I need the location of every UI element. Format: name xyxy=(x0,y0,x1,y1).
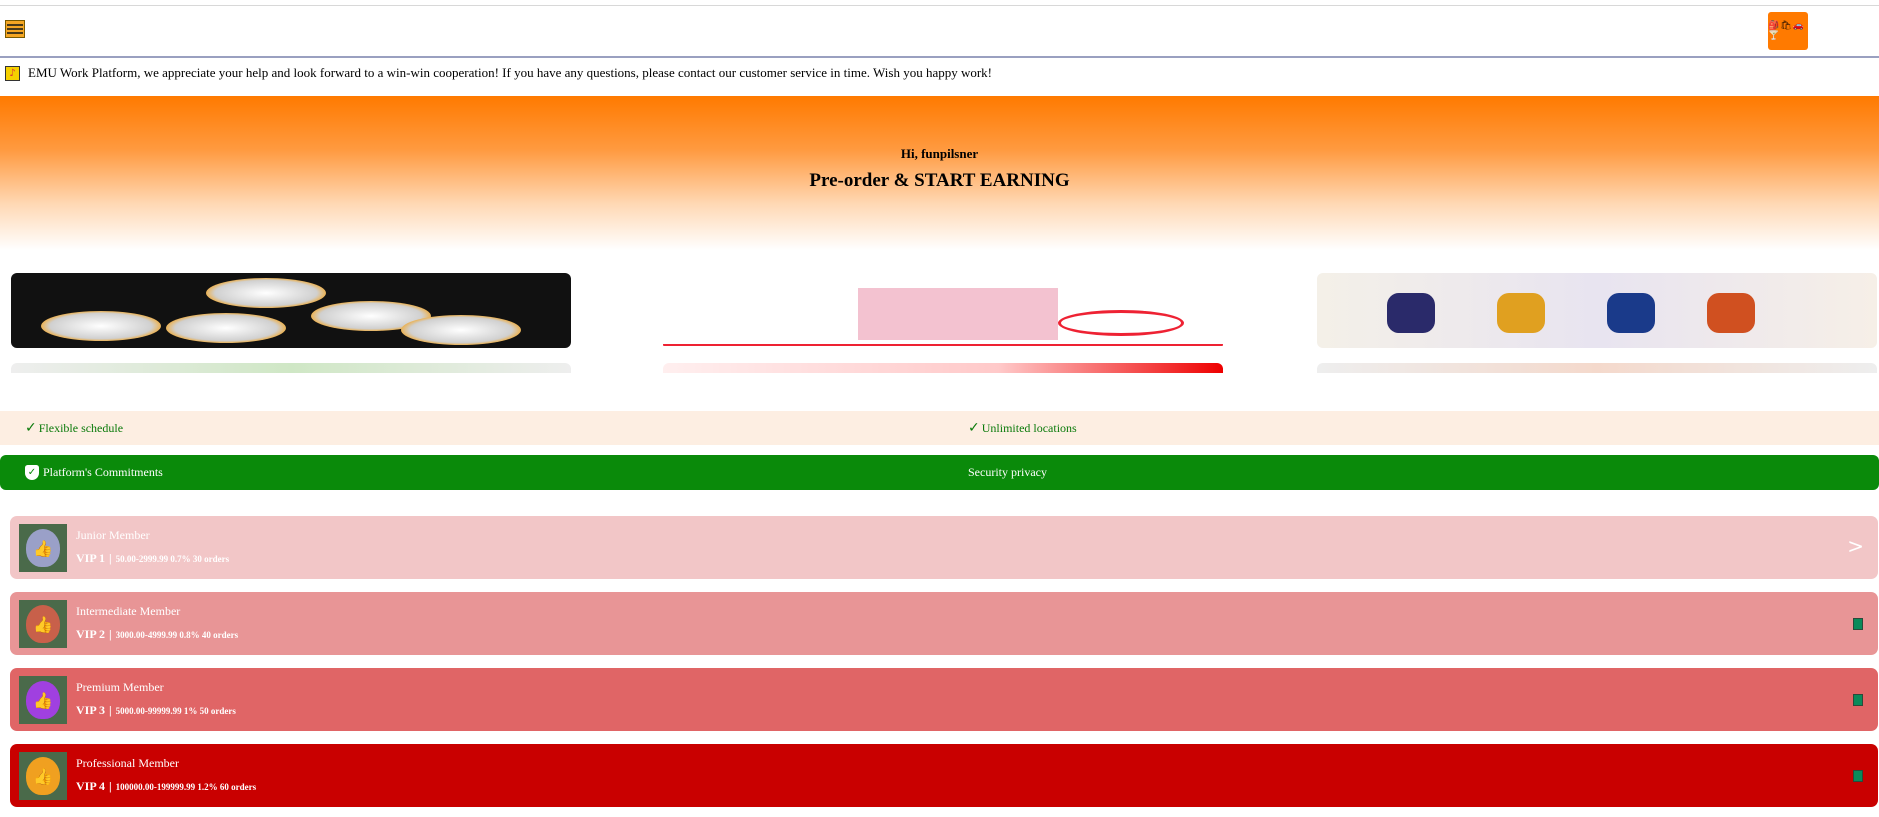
vip-card-junior[interactable]: 👍 Junior Member VIP 1 | 50.00-2999.99 0.7%… xyxy=(10,516,1878,579)
hero-headline: Pre-order & START EARNING xyxy=(809,170,1070,191)
product-banner-pet-food[interactable] xyxy=(663,280,1223,350)
vip-card-intermediate[interactable]: 👍 Intermediate Member VIP 2 | 3000.00-4999… xyxy=(10,592,1878,655)
feature-flexible-schedule: ✓ Flexible schedule xyxy=(25,411,123,445)
check-icon: ✓ xyxy=(25,420,37,436)
vip-details: 50.00-2999.99 0.7% 30 orders xyxy=(115,554,230,564)
tape-roll-image xyxy=(206,278,326,308)
vip-badge: 👍 xyxy=(19,676,67,724)
vip-level: VIP 1 xyxy=(76,551,106,565)
shield-check-icon: ✓ xyxy=(25,465,39,480)
notice-text: EMU Work Platform, we appreciate your he… xyxy=(28,65,993,80)
toy-image xyxy=(1707,293,1755,333)
separator: | xyxy=(109,703,112,717)
chevron-right-icon[interactable]: > xyxy=(1847,534,1864,558)
toy-image xyxy=(1607,293,1655,333)
vip-badge: 👍 xyxy=(19,600,67,648)
vip-name: Premium Member xyxy=(76,680,164,694)
product-gallery xyxy=(0,272,1879,373)
vip-name: Professional Member xyxy=(76,756,179,770)
tape-roll-image xyxy=(41,311,161,341)
feature-label: Unlimited locations xyxy=(981,421,1077,435)
menu-bar xyxy=(7,32,23,34)
product-banner-partial xyxy=(11,363,571,373)
product-banner-partial xyxy=(663,363,1223,373)
separator: | xyxy=(109,779,112,793)
check-icon: ✓ xyxy=(968,420,980,436)
tape-roll-image xyxy=(166,313,286,343)
thumbs-up-medal-icon: 👍 xyxy=(26,681,60,719)
product-banner-toys[interactable] xyxy=(1317,273,1877,348)
bell-notice-icon: ♪ xyxy=(5,66,20,81)
hero-banner: Hi, funpilsner Pre-order & START EARNING xyxy=(0,96,1879,250)
vip-details: 100000.00-199999.99 1.2% 60 orders xyxy=(115,782,257,792)
vip-info: VIP 3 | 5000.00-99999.99 1% 50 orders xyxy=(76,703,236,718)
vip-name: Junior Member xyxy=(76,528,150,542)
top-header: 🎒🛍🚗🍸 xyxy=(0,5,1879,58)
feature-label: Flexible schedule xyxy=(38,421,124,435)
commitments-left: ✓ Platform's Commitments xyxy=(25,455,163,490)
features-bar: ✓ Flexible schedule ✓ Unlimited location… xyxy=(0,411,1879,445)
vip-level: VIP 2 xyxy=(76,627,106,641)
logo-glyphs: 🎒🛍🚗🍸 xyxy=(1768,20,1805,41)
toy-image xyxy=(1387,293,1435,333)
lock-icon xyxy=(1853,618,1863,630)
vip-info: VIP 4 | 100000.00-199999.99 1.2% 60 orders xyxy=(76,779,256,794)
thumbs-up-medal-icon: 👍 xyxy=(26,529,60,567)
vip-details: 3000.00-4999.99 0.8% 40 orders xyxy=(115,630,239,640)
discount-badge-image xyxy=(1058,310,1184,336)
toy-image xyxy=(1497,293,1545,333)
hamburger-menu-icon[interactable] xyxy=(5,20,25,38)
security-privacy-label: Security privacy xyxy=(968,465,1047,479)
vip-level: VIP 3 xyxy=(76,703,106,717)
menu-bar xyxy=(7,24,23,26)
banner-divider xyxy=(663,344,1223,346)
lock-icon xyxy=(1853,694,1863,706)
emu-logo-icon[interactable]: 🎒🛍🚗🍸 xyxy=(1768,12,1808,50)
tape-roll-image xyxy=(401,315,521,345)
product-banner-tape-rolls[interactable] xyxy=(11,273,571,348)
menu-bar xyxy=(7,28,23,30)
vip-card-premium[interactable]: 👍 Premium Member VIP 3 | 5000.00-99999.99 … xyxy=(10,668,1878,731)
commitments-bar[interactable]: ✓ Platform's Commitments Security privac… xyxy=(0,455,1879,490)
pet-food-box-image xyxy=(858,288,1058,340)
product-banner-partial xyxy=(1317,363,1877,373)
feature-unlimited-locations: ✓ Unlimited locations xyxy=(968,411,1077,445)
thumbs-up-medal-icon: 👍 xyxy=(26,605,60,643)
lock-icon xyxy=(1853,770,1863,782)
vip-badge: 👍 xyxy=(19,752,67,800)
vip-card-professional[interactable]: 👍 Professional Member VIP 4 | 100000.00-19… xyxy=(10,744,1878,807)
commitments-label: Platform's Commitments xyxy=(43,465,163,479)
vip-level: VIP 4 xyxy=(76,779,106,793)
greeting-text: Hi, funpilsner xyxy=(900,146,979,161)
separator: | xyxy=(109,551,112,565)
vip-info: VIP 2 | 3000.00-4999.99 0.8% 40 orders xyxy=(76,627,238,642)
vip-details: 5000.00-99999.99 1% 50 orders xyxy=(115,706,236,716)
separator: | xyxy=(109,627,112,641)
thumbs-up-medal-icon: 👍 xyxy=(26,757,60,795)
notice-bar: ♪ EMU Work Platform, we appreciate your … xyxy=(0,60,1879,86)
vip-badge: 👍 xyxy=(19,524,67,572)
vip-name: Intermediate Member xyxy=(76,604,181,618)
vip-info: VIP 1 | 50.00-2999.99 0.7% 30 orders xyxy=(76,551,229,566)
